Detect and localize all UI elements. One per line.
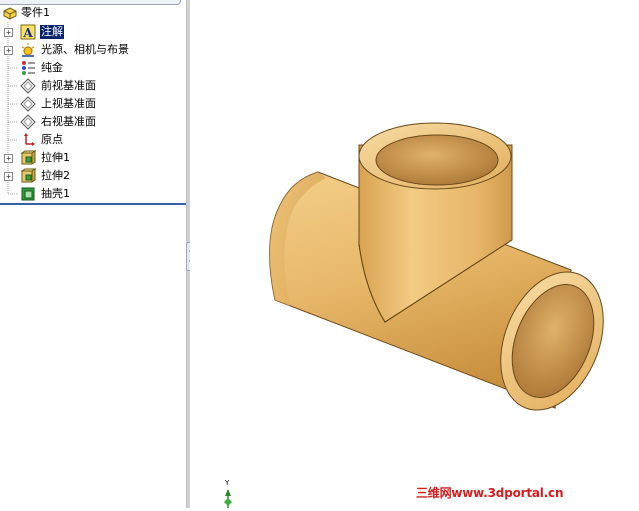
tree-item-label: 光源、相机与布景 — [41, 43, 129, 56]
tree-item-right-plane[interactable]: 右视基准面 — [0, 114, 180, 130]
extrude-icon — [20, 150, 36, 165]
tree-item-label: 上视基准面 — [41, 97, 96, 110]
triad-icon — [224, 489, 232, 508]
tree-item-label: 拉伸1 — [41, 151, 70, 164]
part-name: 零件1 — [21, 6, 50, 19]
tree-item-lights-cameras-scenes[interactable]: + 光源、相机与布景 — [0, 42, 180, 58]
tree-item-shell1[interactable]: 抽壳1 — [0, 186, 180, 202]
tree-item-label: 右视基准面 — [41, 115, 96, 128]
plane-icon — [20, 114, 36, 130]
rollback-bar[interactable] — [0, 203, 186, 205]
tree-item-extrude2[interactable]: + 拉伸2 — [0, 168, 180, 184]
expand-toggle[interactable]: + — [4, 46, 13, 55]
tree-item-label: 原点 — [41, 133, 63, 146]
expand-toggle[interactable]: + — [4, 28, 13, 37]
plane-icon — [20, 96, 36, 112]
extrude-icon — [20, 168, 36, 183]
origin-icon — [24, 133, 35, 146]
tree-item-label: 拉伸2 — [41, 169, 70, 182]
graphics-viewport[interactable] — [190, 0, 639, 508]
part-icon — [3, 7, 17, 20]
tree-root-part[interactable]: 零件1 — [0, 5, 180, 21]
tree-item-annotations[interactable]: + A 注解 — [0, 24, 180, 40]
tree-item-label: 纯金 — [41, 61, 63, 74]
expand-toggle[interactable]: + — [4, 154, 13, 163]
annotations-icon: A — [20, 24, 36, 40]
material-icon — [22, 61, 35, 75]
tree-item-label: 注解 — [40, 25, 64, 39]
tree-item-label: 前视基准面 — [41, 79, 96, 92]
lights-cameras-scenes-icon — [21, 43, 35, 57]
feature-manager-tree: 零件1 + A 注解 + 光源、相机与布景 纯金 前视基准面 上视基准面 右视基… — [0, 0, 187, 508]
expand-toggle[interactable]: + — [4, 172, 13, 181]
tree-item-top-plane[interactable]: 上视基准面 — [0, 96, 180, 112]
tree-item-origin[interactable]: 原点 — [0, 132, 180, 148]
pipe-tee-icon — [269, 122, 604, 411]
plane-icon — [20, 78, 36, 94]
watermark: 三维网www.3dportal.cn — [416, 486, 564, 500]
tree-item-front-plane[interactable]: 前视基准面 — [0, 78, 180, 94]
tree-item-material[interactable]: 纯金 — [0, 60, 180, 76]
view-triad: Y — [220, 480, 236, 508]
svg-text:A: A — [22, 26, 33, 40]
tree-item-extrude1[interactable]: + 拉伸1 — [0, 150, 180, 166]
tree-item-label: 抽壳1 — [41, 187, 70, 200]
shell-icon — [21, 187, 35, 201]
